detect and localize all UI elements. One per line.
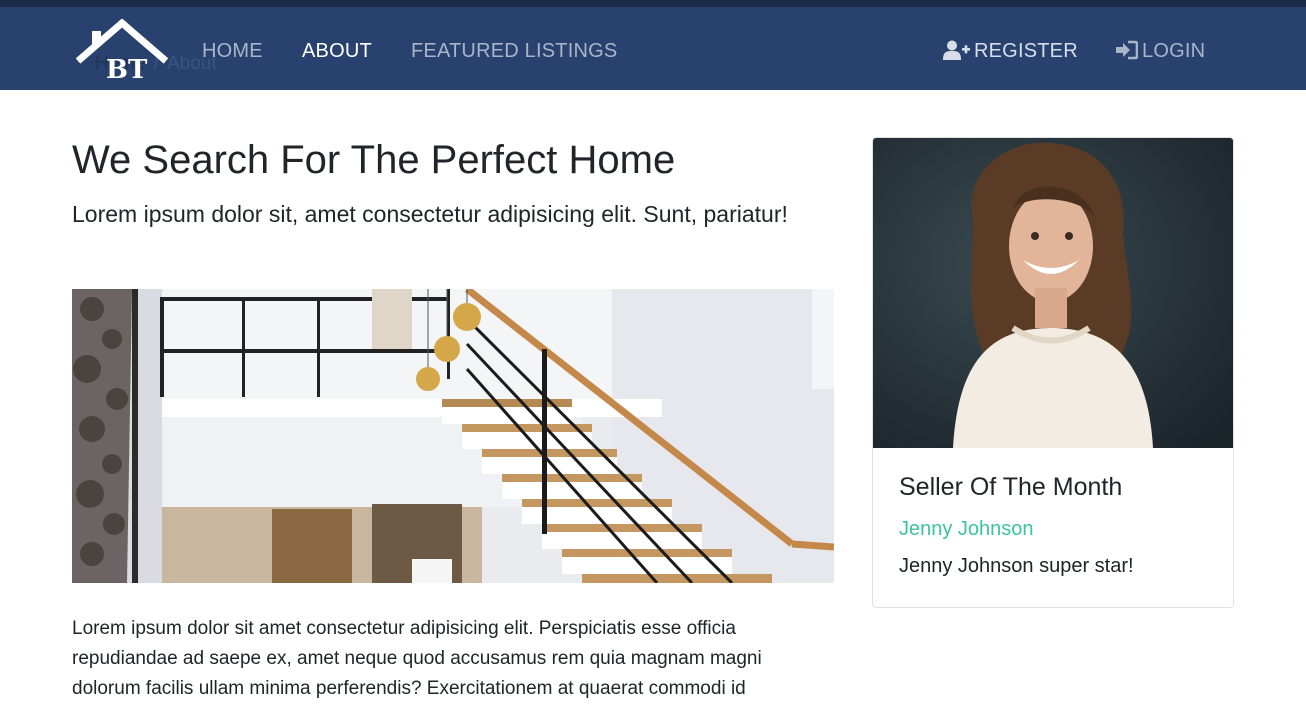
nav-register-label: REGISTER (974, 40, 1078, 62)
nav-featured-listings[interactable]: FEATURED LISTINGS (411, 40, 617, 63)
house-logo-icon: BT (75, 18, 169, 85)
sign-in-icon (1116, 40, 1139, 66)
nav-home[interactable]: HOME (202, 40, 263, 63)
navbar: Home / About BT HOME ABOUT FEATURED LISTIN… (0, 7, 1306, 90)
svg-text:BT: BT (106, 55, 148, 81)
nav-register[interactable]: REGISTER (943, 40, 1078, 66)
nav-login[interactable]: LOGIN (1116, 40, 1205, 66)
seller-photo (873, 138, 1233, 448)
seller-name: Jenny Johnson (899, 518, 1034, 540)
lead-paragraph: Lorem ipsum dolor sit, amet consectetur … (72, 201, 788, 227)
nav-about[interactable]: ABOUT (302, 40, 372, 63)
user-plus-icon (943, 40, 970, 66)
seller-tagline: Jenny Johnson super star! (899, 555, 1134, 577)
brand-logo[interactable]: BT (75, 18, 169, 85)
seller-card: Seller Of The Month Jenny Johnson Jenny … (872, 137, 1234, 608)
staircase-image (72, 289, 834, 583)
seller-card-title: Seller Of The Month (899, 473, 1123, 501)
page-title: We Search For The Perfect Home (72, 138, 676, 182)
body-paragraph: Lorem ipsum dolor sit amet consectetur a… (72, 618, 762, 699)
nav-login-label: LOGIN (1142, 40, 1206, 62)
top-strip (0, 0, 1306, 7)
